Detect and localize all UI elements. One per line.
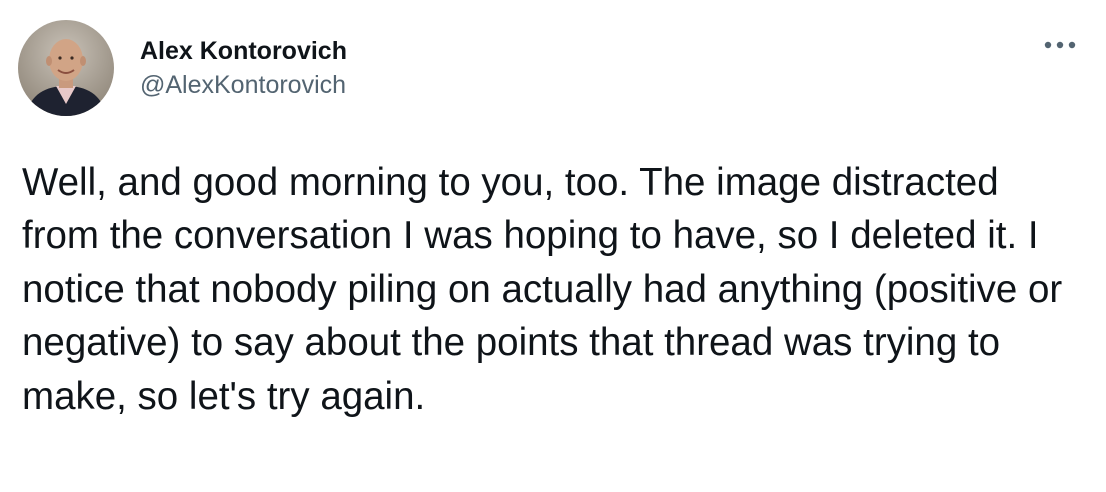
tweet-header: Alex Kontorovich @AlexKontorovich <box>18 18 347 118</box>
tweet-card: Alex Kontorovich @AlexKontorovich Well, … <box>0 0 1106 492</box>
author-handle[interactable]: @AlexKontorovich <box>140 68 347 102</box>
more-options-button[interactable] <box>1038 30 1082 60</box>
author-names: Alex Kontorovich @AlexKontorovich <box>140 34 347 102</box>
avatar[interactable] <box>18 20 114 116</box>
author-display-name[interactable]: Alex Kontorovich <box>140 34 347 68</box>
avatar-photo-icon <box>18 20 114 116</box>
more-horizontal-icon <box>1044 41 1076 49</box>
tweet-text: Well, and good morning to you, too. The … <box>22 161 1073 418</box>
